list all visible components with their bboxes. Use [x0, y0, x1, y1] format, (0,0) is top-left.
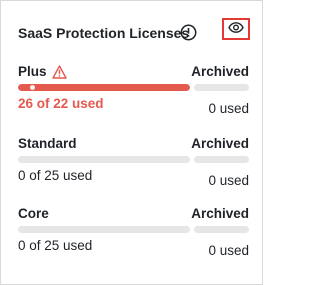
eye-icon [228, 20, 244, 38]
archived-progress-bar [194, 226, 249, 233]
usage-progress-bar [18, 84, 190, 91]
license-section-core: Core Archived 0 of 25 used 0 used [18, 206, 249, 258]
archived-progress-bar [194, 84, 249, 91]
license-section-standard: Standard Archived 0 of 25 used 0 used [18, 136, 249, 188]
card-header: SaaS Protection Licenses [18, 18, 252, 45]
usage-text: 0 of 25 used [18, 238, 93, 253]
archived-label: Archived [191, 206, 249, 221]
archived-progress-bar [194, 156, 249, 163]
warning-triangle-icon[interactable] [51, 65, 67, 79]
info-circle-icon[interactable] [180, 24, 197, 41]
license-name: Standard [18, 136, 77, 151]
usage-text: 0 of 25 used [18, 168, 93, 183]
license-name: Plus [18, 64, 67, 80]
license-name: Core [18, 206, 49, 221]
archived-count: 0 used [208, 243, 249, 258]
license-section-plus: Plus Archived 26 of 22 used 0 used [18, 64, 249, 116]
toggle-visibility-button[interactable] [222, 18, 250, 40]
usage-progress-bar [18, 226, 190, 233]
progress-marker [30, 85, 35, 90]
usage-progress-bar [18, 156, 190, 163]
archived-count: 0 used [208, 101, 249, 116]
usage-text: 26 of 22 used [18, 96, 104, 111]
saas-licenses-card: SaaS Protection Licenses Plus Archived 2… [0, 0, 263, 285]
archived-count: 0 used [208, 173, 249, 188]
usage-progress-fill [18, 84, 190, 91]
card-title: SaaS Protection Licenses [18, 25, 190, 41]
archived-label: Archived [191, 136, 249, 151]
archived-label: Archived [191, 64, 249, 79]
